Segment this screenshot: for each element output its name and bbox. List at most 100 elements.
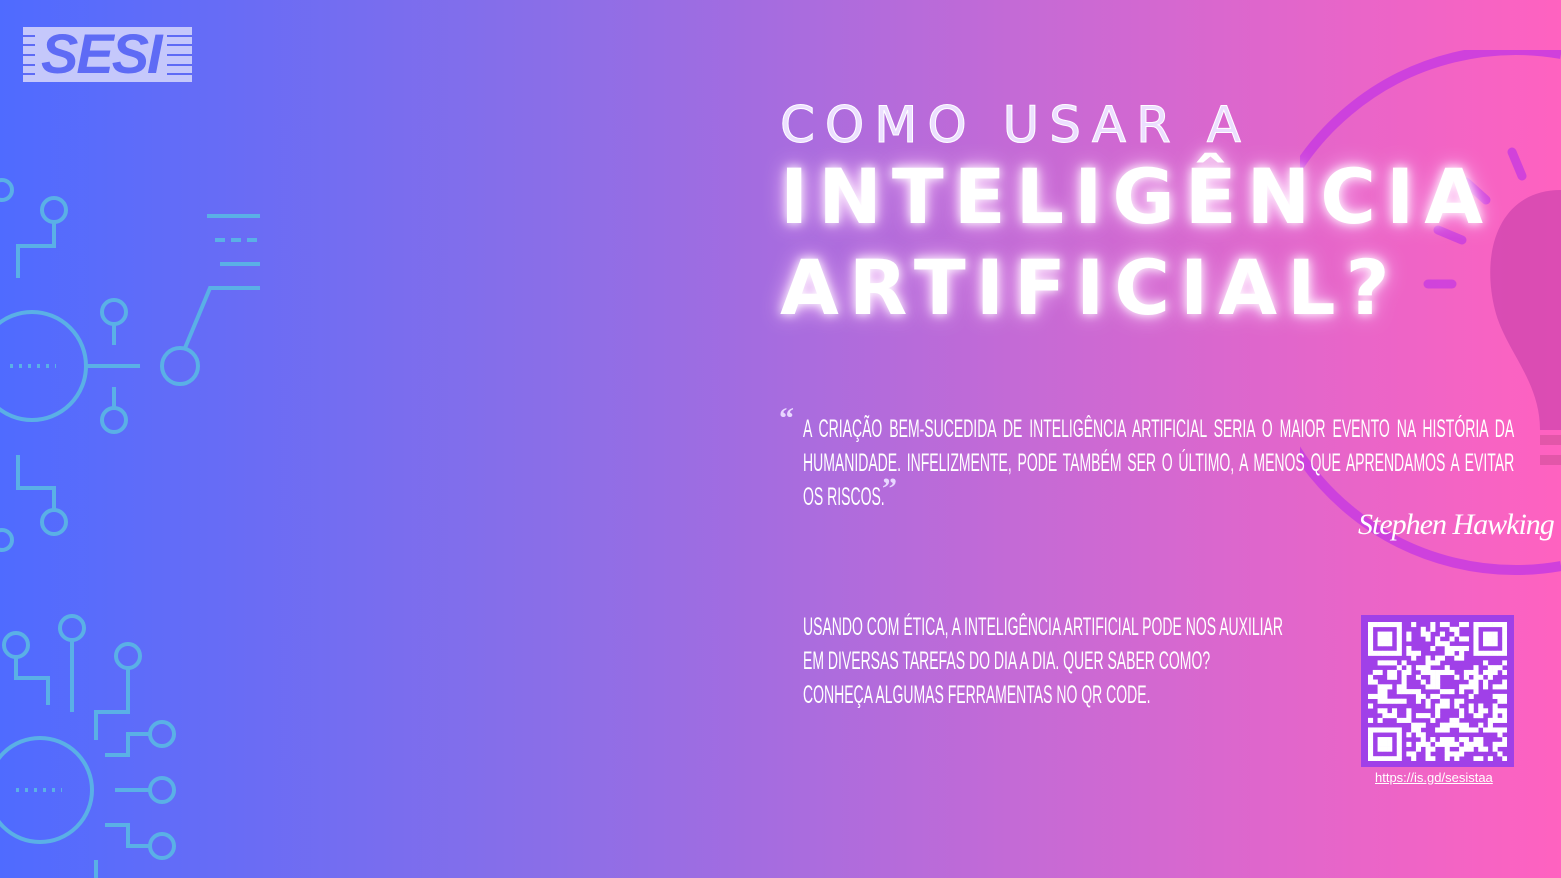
qr-module [1463, 636, 1469, 642]
qr-module [1454, 722, 1460, 728]
qr-module [1449, 626, 1455, 632]
qr-module [1387, 636, 1393, 642]
qr-module [1478, 741, 1484, 747]
qr-module [1425, 746, 1431, 752]
qr-module [1401, 669, 1407, 676]
qr-module [1497, 665, 1503, 671]
qr-module [1420, 741, 1426, 747]
qr-url-link[interactable]: https://is.gd/sesistaa [1375, 770, 1493, 785]
qr-module [1415, 727, 1422, 733]
qr-module [1425, 741, 1431, 747]
qr-module [1377, 727, 1383, 733]
qr-module [1497, 622, 1503, 628]
qr-module [1368, 737, 1374, 743]
open-quote-icon: “ [779, 402, 794, 435]
qr-module [1425, 665, 1431, 671]
qr-module [1444, 756, 1450, 761]
qr-module [1444, 641, 1450, 647]
qr-module [1483, 708, 1489, 714]
qr-module [1487, 665, 1493, 671]
qr-module [1411, 622, 1417, 628]
qr-module [1439, 631, 1445, 637]
qr-module [1396, 636, 1402, 642]
qr-module [1473, 737, 1479, 743]
qr-code[interactable] [1361, 615, 1514, 767]
qr-module [1401, 679, 1407, 685]
qr-module [1382, 631, 1388, 637]
qr-module [1377, 684, 1383, 690]
qr-module [1478, 674, 1484, 680]
body-line: em diversas tarefas do dia a dia. Quer s… [803, 647, 1211, 675]
qr-module [1444, 751, 1450, 757]
qr-module [1449, 689, 1455, 695]
qr-module [1439, 741, 1445, 747]
qr-module [1372, 693, 1378, 699]
qr-module [1468, 679, 1474, 685]
qr-module [1435, 669, 1441, 676]
qr-module [1473, 756, 1479, 761]
qr-module [1411, 689, 1417, 695]
qr-module [1468, 703, 1474, 709]
qr-module [1411, 722, 1417, 728]
qr-module [1396, 665, 1402, 671]
qr-module [1406, 751, 1412, 757]
qr-module [1387, 756, 1393, 761]
qr-module [1368, 717, 1374, 723]
qr-module [1473, 626, 1479, 632]
qr-module [1444, 665, 1450, 671]
qr-module [1454, 741, 1460, 747]
qr-module [1502, 631, 1507, 637]
qr-module [1368, 741, 1374, 747]
qr-module [1391, 622, 1398, 628]
qr-module [1502, 626, 1507, 632]
qr-module [1406, 717, 1412, 723]
qr-module [1425, 713, 1431, 719]
qr-module [1502, 693, 1507, 699]
qr-module [1492, 713, 1498, 719]
qr-module [1478, 746, 1484, 752]
qr-module [1483, 669, 1489, 676]
qr-module [1454, 703, 1460, 709]
qr-module [1420, 737, 1426, 743]
qr-module [1449, 741, 1455, 747]
qr-module [1463, 727, 1469, 733]
qr-module [1473, 674, 1479, 680]
qr-module [1387, 669, 1393, 676]
qr-module [1396, 741, 1402, 747]
qr-module [1406, 650, 1412, 656]
qr-module [1459, 722, 1465, 728]
qr-module [1368, 674, 1374, 680]
qr-module [1396, 631, 1402, 637]
qr-module [1478, 703, 1484, 709]
qr-module [1463, 669, 1469, 676]
qr-module [1502, 660, 1507, 666]
qr-module [1454, 756, 1460, 761]
qr-module [1401, 684, 1407, 690]
qr-module [1396, 622, 1402, 628]
qr-module [1487, 717, 1493, 723]
qr-module [1425, 655, 1431, 661]
qr-module [1415, 746, 1422, 752]
qr-module [1377, 746, 1383, 752]
close-quote-icon: ” [882, 472, 897, 505]
qr-module [1487, 669, 1493, 676]
qr-module [1406, 669, 1412, 676]
qr-module [1473, 689, 1479, 695]
qr-module [1387, 741, 1393, 747]
qr-module [1468, 684, 1474, 690]
qr-module [1492, 717, 1498, 723]
qr-module [1468, 708, 1474, 714]
qr-module [1483, 636, 1489, 642]
quote-author-signature: Stephen Hawking [1358, 508, 1555, 541]
qr-module [1492, 636, 1498, 642]
qr-module [1391, 756, 1398, 761]
qr-module [1420, 713, 1426, 719]
qr-module [1396, 737, 1402, 743]
qr-module [1444, 703, 1450, 709]
qr-module [1382, 713, 1388, 719]
qr-module [1497, 717, 1503, 723]
qr-module [1454, 717, 1460, 723]
qr-module [1444, 722, 1450, 728]
qr-module [1382, 741, 1388, 747]
qr-module [1449, 737, 1455, 743]
